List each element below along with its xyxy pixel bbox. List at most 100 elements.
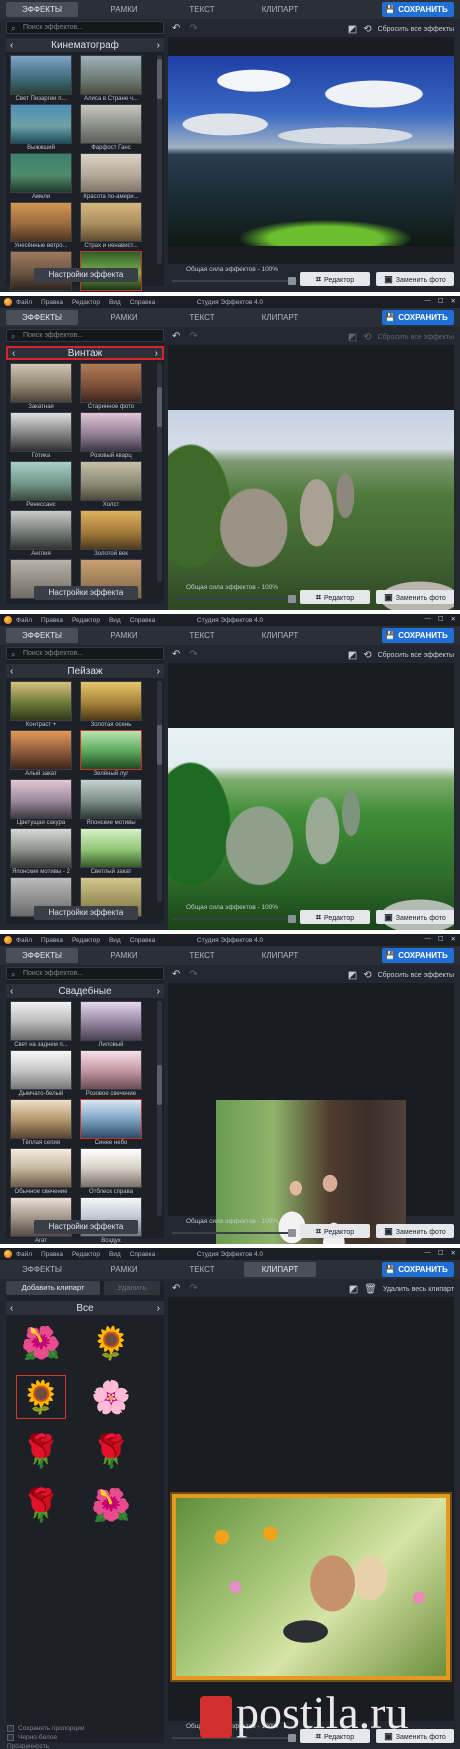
minimize-icon[interactable]: —	[424, 297, 431, 305]
chevron-right-icon[interactable]: ›	[157, 986, 160, 997]
minimize-icon[interactable]: —	[424, 615, 431, 623]
tab-2[interactable]: ТЕКСТ	[166, 310, 238, 325]
effect-thumbnail[interactable]: Алиса в Стране ч...	[80, 55, 142, 102]
slider-knob[interactable]	[288, 277, 296, 285]
tab-0[interactable]: ЭФФЕКТЫ	[6, 948, 78, 963]
effect-thumbnail[interactable]: Англия	[10, 510, 72, 557]
compare-icon[interactable]: ◩	[348, 970, 357, 981]
effect-thumbnail[interactable]: Цветущая сакура	[10, 779, 72, 826]
effect-thumbnail[interactable]: Японские мотивы	[80, 779, 142, 826]
undo-icon[interactable]: ↶	[172, 649, 180, 660]
effect-thumbnail[interactable]: Лиловый	[80, 1001, 142, 1048]
tab-1[interactable]: РАМКИ	[88, 2, 160, 17]
undo-icon[interactable]: ↶	[172, 969, 180, 980]
effect-thumbnail[interactable]: Закатная	[10, 363, 72, 410]
chevron-right-icon[interactable]: ›	[157, 40, 160, 51]
chevron-left-icon[interactable]: ‹	[10, 1303, 13, 1314]
slider-knob[interactable]	[288, 595, 296, 603]
maximize-icon[interactable]: ☐	[438, 297, 444, 305]
menu-item-2[interactable]: Редактор	[72, 617, 100, 624]
chevron-left-icon[interactable]: ‹	[10, 666, 13, 677]
effect-thumbnail[interactable]: Свет Пизаргии п...	[10, 55, 72, 102]
effect-settings-button[interactable]: Настройки эффекта	[34, 1220, 138, 1234]
slider-knob[interactable]	[288, 915, 296, 923]
compare-icon[interactable]: ◩	[349, 1284, 358, 1295]
effect-thumbnail[interactable]: Обычное свечение	[10, 1148, 72, 1195]
redo-icon[interactable]: ↷	[189, 649, 197, 660]
chevron-right-icon[interactable]: ›	[155, 348, 158, 359]
effect-thumbnail[interactable]: Светлый закат	[80, 828, 142, 875]
category-selector[interactable]: ‹ Пейзаж ›	[6, 664, 164, 678]
save-button[interactable]: 💾 СОХРАНИТЬ	[382, 628, 454, 643]
effect-thumbnail[interactable]: Страх и ненавист...	[80, 202, 142, 249]
menu-item-0[interactable]: Файл	[16, 299, 32, 306]
tab-3[interactable]: КЛИПАРТ	[244, 628, 316, 643]
effect-thumbnail[interactable]: Контраст +	[10, 681, 72, 728]
redo-icon[interactable]: ↷	[189, 969, 197, 980]
compare-icon[interactable]: ◩	[348, 24, 357, 35]
reset-all-button[interactable]: Сбросить все эффекты	[378, 334, 454, 341]
chevron-left-icon[interactable]: ‹	[10, 986, 13, 997]
undo-icon[interactable]: ↶	[172, 331, 180, 342]
tab-2[interactable]: ТЕКСТ	[166, 948, 238, 963]
maximize-icon[interactable]: ☐	[438, 935, 444, 943]
effects-scrollbar[interactable]	[157, 55, 162, 264]
effects-scrollbar[interactable]	[157, 1001, 162, 1216]
clipart-item[interactable]: 🌺	[86, 1483, 136, 1527]
minimize-icon[interactable]: —	[424, 935, 431, 943]
tab-0[interactable]: ЭФФЕКТЫ	[6, 628, 78, 643]
reset-all-button[interactable]: Сбросить все эффекты	[378, 652, 454, 659]
minimize-icon[interactable]: —	[424, 1249, 431, 1257]
undo-icon[interactable]: ↶	[172, 23, 180, 34]
close-icon[interactable]: ✕	[451, 615, 456, 623]
option-checkbox[interactable]: Черно-белое	[7, 1734, 57, 1741]
tab-0[interactable]: ЭФФЕКТЫ	[6, 1262, 78, 1277]
maximize-icon[interactable]: ☐	[438, 1249, 444, 1257]
category-selector[interactable]: ‹ Свадебные ›	[6, 984, 164, 998]
menu-item-2[interactable]: Редактор	[72, 1251, 100, 1258]
menu-item-0[interactable]: Файл	[16, 617, 32, 624]
search-input[interactable]: ⌕ Поиск эффектов...	[6, 21, 164, 34]
delete-all-clipart-button[interactable]: Удалить весь клипарт	[383, 1286, 454, 1293]
scrollbar-thumb[interactable]	[157, 387, 162, 427]
effect-thumbnail[interactable]: Ренессанс	[10, 461, 72, 508]
effect-thumbnail[interactable]: Синее небо	[80, 1099, 142, 1146]
checkbox-box[interactable]	[7, 1725, 14, 1732]
effect-strength-slider[interactable]	[172, 595, 296, 603]
chevron-left-icon[interactable]: ‹	[12, 348, 15, 359]
save-button[interactable]: 💾 СОХРАНИТЬ	[382, 948, 454, 963]
clipart-category-selector[interactable]: ‹ Все ›	[6, 1301, 164, 1315]
chevron-right-icon[interactable]: ›	[157, 1303, 160, 1314]
clipart-item[interactable]: 🌸	[86, 1375, 136, 1419]
menu-item-1[interactable]: Правка	[41, 617, 63, 624]
effect-thumbnail[interactable]: Амели	[10, 153, 72, 200]
tab-2[interactable]: ТЕКСТ	[166, 2, 238, 17]
search-input[interactable]: ⌕ Поиск эффектов...	[6, 329, 164, 342]
effect-thumbnail[interactable]: Холст	[80, 461, 142, 508]
chevron-right-icon[interactable]: ›	[157, 666, 160, 677]
close-icon[interactable]: ✕	[451, 1249, 456, 1257]
tab-2[interactable]: ТЕКСТ	[166, 628, 238, 643]
clipart-item[interactable]: 🌺	[16, 1321, 66, 1365]
effect-thumbnail[interactable]: Выжжший	[10, 104, 72, 151]
undo-icon[interactable]: ↶	[172, 1283, 180, 1294]
editor-button[interactable]: ⌗ Редактор	[300, 590, 370, 604]
chevron-left-icon[interactable]: ‹	[10, 40, 13, 51]
replace-photo-button[interactable]: ▣ Заменить фото	[376, 1224, 454, 1238]
effect-thumbnail[interactable]: Свет на заднем п...	[10, 1001, 72, 1048]
effect-strength-slider[interactable]	[172, 915, 296, 923]
effect-thumbnail[interactable]: Готика	[10, 412, 72, 459]
compare-icon[interactable]: ◩	[348, 650, 357, 661]
save-button[interactable]: 💾 СОХРАНИТЬ	[382, 310, 454, 325]
clipart-item[interactable]: 🌻	[86, 1321, 136, 1365]
menu-item-1[interactable]: Правка	[41, 937, 63, 944]
replace-photo-button[interactable]: ▣ Заменить фото	[376, 590, 454, 604]
effect-thumbnail[interactable]: Розовый кварц	[80, 412, 142, 459]
menu-item-0[interactable]: Файл	[16, 937, 32, 944]
effect-thumbnail[interactable]: Алый закат	[10, 730, 72, 777]
effect-settings-button[interactable]: Настройки эффекта	[34, 586, 138, 600]
category-selector[interactable]: ‹ Винтаж ›	[6, 346, 164, 360]
effect-thumbnail[interactable]: Отблеск справа	[80, 1148, 142, 1195]
menu-item-1[interactable]: Правка	[41, 1251, 63, 1258]
effect-thumbnail[interactable]: Дымчато-белый	[10, 1050, 72, 1097]
